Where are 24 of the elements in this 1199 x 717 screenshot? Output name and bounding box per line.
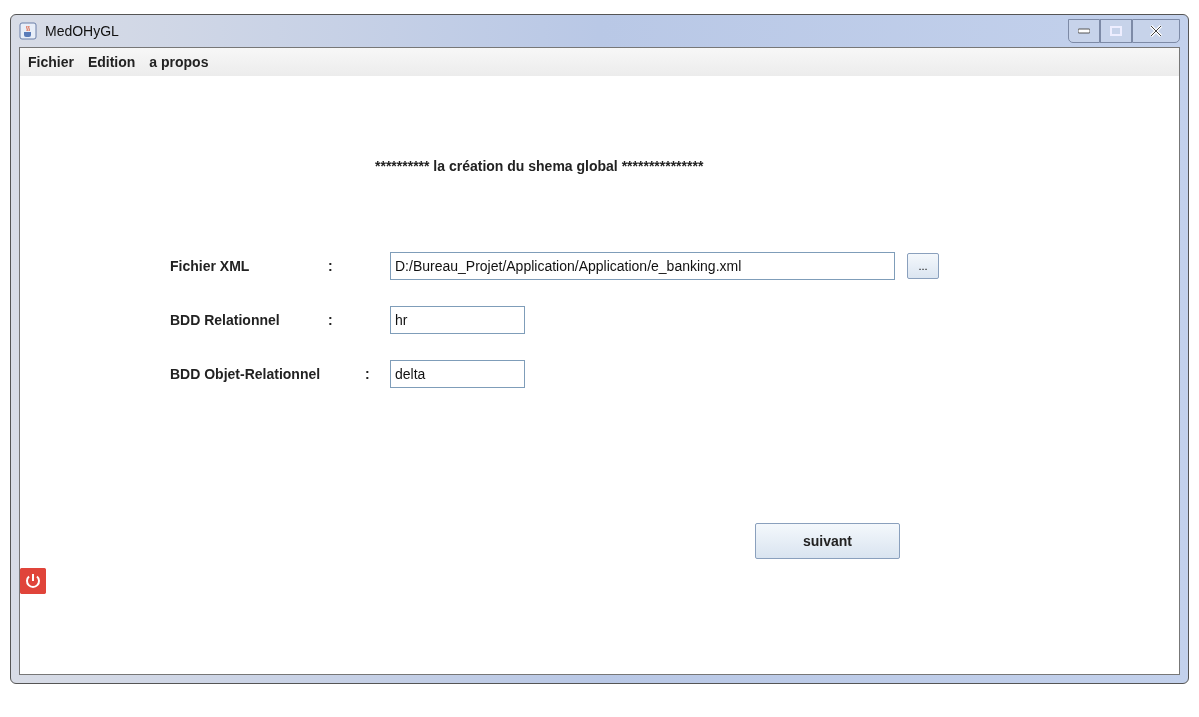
- colon-text: :: [365, 366, 371, 382]
- menu-item[interactable]: a propos: [149, 54, 209, 70]
- field-label: BDD Relationnel: [170, 312, 281, 328]
- maximize-button[interactable]: [1100, 19, 1132, 43]
- field-label: BDD Objet-Relationnel: [170, 366, 322, 382]
- coffee-cup-icon: [19, 22, 37, 40]
- close-icon: [1149, 25, 1163, 37]
- next-button[interactable]: suivant: [755, 523, 900, 559]
- window-title: MedOHyGL: [45, 23, 119, 39]
- maximize-icon: [1110, 26, 1122, 36]
- minimize-button[interactable]: [1068, 19, 1100, 43]
- menu-item[interactable]: Edition: [87, 54, 136, 70]
- colon-text: :: [327, 312, 334, 328]
- text-field[interactable]: delta: [390, 360, 525, 388]
- browse-button[interactable]: ...: [907, 253, 939, 279]
- heading-text: ********** la création du shema global ***************: [375, 158, 704, 174]
- field-label: Fichier XML: [170, 258, 251, 274]
- minimize-icon: [1078, 28, 1090, 34]
- file-path-field[interactable]: D:/Bureau_Projet/Application/Application/e_banking.xml: [390, 252, 895, 280]
- close-button[interactable]: [1132, 19, 1180, 43]
- menu-item[interactable]: Fichier: [28, 54, 74, 70]
- power-icon[interactable]: [20, 568, 46, 594]
- text-field[interactable]: hr: [390, 306, 525, 334]
- colon-text: :: [327, 258, 334, 274]
